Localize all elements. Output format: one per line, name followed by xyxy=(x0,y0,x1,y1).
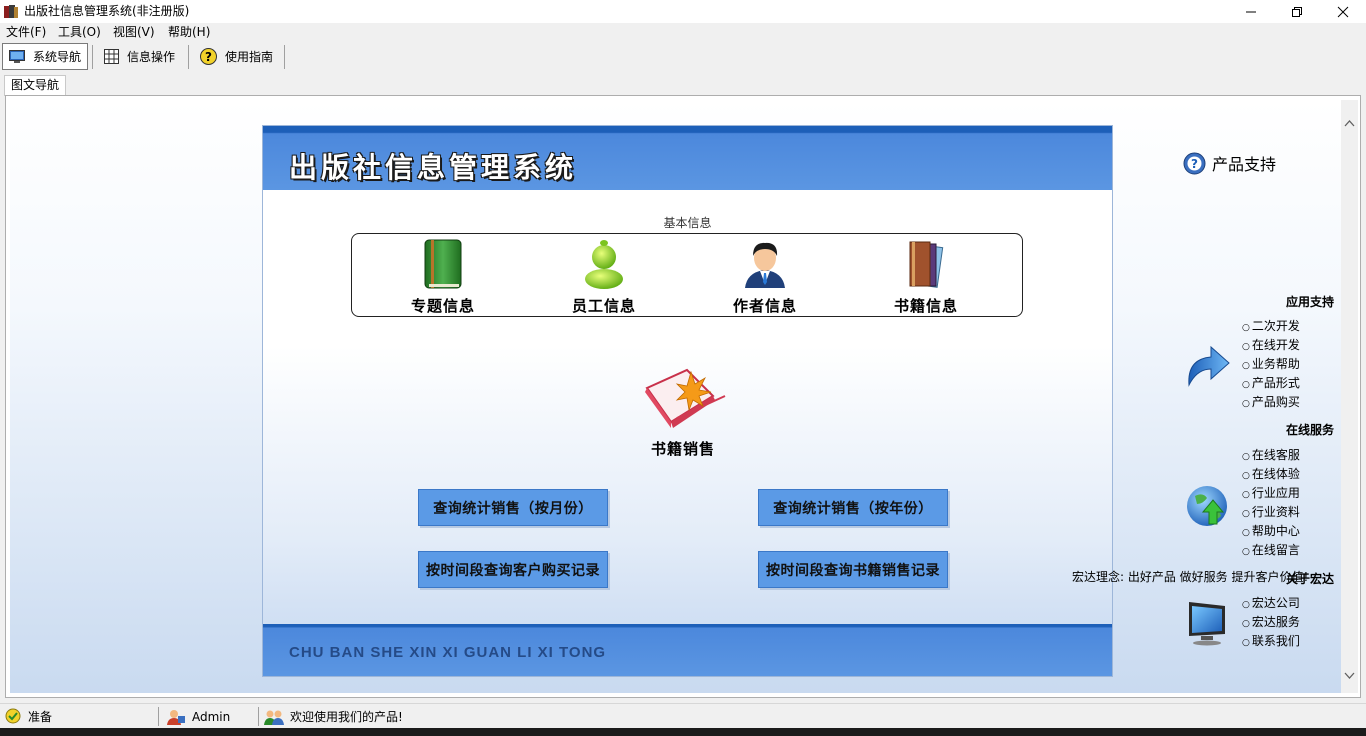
status-divider xyxy=(158,707,159,726)
help-icon: ? xyxy=(200,48,217,65)
users-group-icon xyxy=(264,710,284,725)
menu-file[interactable]: 文件(F) xyxy=(6,25,46,40)
menu-bar: 文件(F) 工具(O) 视图(V) 帮助(H) xyxy=(0,23,1366,42)
side-link[interactable]: 业务帮助 xyxy=(1242,357,1300,374)
query-sales-by-month-button[interactable]: 查询统计销售（按月份） xyxy=(418,489,608,526)
book-sales-icon[interactable] xyxy=(641,362,729,434)
tab-graphic-nav[interactable]: 图文导航 xyxy=(4,75,66,96)
side-link[interactable]: 宏达公司 xyxy=(1242,596,1300,613)
topic-info-label: 专题信息 xyxy=(410,297,475,315)
minimize-button[interactable] xyxy=(1228,0,1274,23)
toolbar: 系统导航 信息操作 ? 使用指南 xyxy=(0,42,1366,71)
side-link[interactable]: 联系我们 xyxy=(1242,634,1300,651)
menu-tools[interactable]: 工具(O) xyxy=(58,25,101,40)
status-user-text: Admin xyxy=(192,709,231,724)
book-info-item[interactable]: 书籍信息 xyxy=(866,238,986,316)
close-icon xyxy=(1337,6,1349,17)
menu-help[interactable]: 帮助(H) xyxy=(168,25,210,40)
user-guide-label: 使用指南 xyxy=(225,50,274,64)
scroll-up-icon[interactable] xyxy=(1344,118,1355,129)
basic-info-box: 专题信息 员工信息 作者信息 书籍信息 xyxy=(351,233,1023,317)
window-title: 出版社信息管理系统(非注册版) xyxy=(24,4,190,18)
toolbar-divider xyxy=(188,45,189,69)
restore-icon xyxy=(1292,6,1302,17)
green-book-icon xyxy=(424,239,462,289)
system-nav-label: 系统导航 xyxy=(33,50,82,64)
status-user: Admin xyxy=(166,706,230,727)
side-link[interactable]: 在线开发 xyxy=(1242,338,1300,355)
status-state-text: 准备 xyxy=(28,710,53,724)
product-support-heading: ? 产品支持 xyxy=(1183,151,1276,175)
info-ops-label: 信息操作 xyxy=(127,50,176,64)
user-guide-button[interactable]: ? 使用指南 xyxy=(194,43,282,70)
panel-title: 出版社信息管理系统 xyxy=(289,151,578,184)
side-link[interactable]: 在线客服 xyxy=(1242,448,1300,465)
app-icon xyxy=(4,5,18,18)
panel-footer-text: CHU BAN SHE XIN XI GUAN LI XI TONG xyxy=(289,644,607,661)
svg-text:?: ? xyxy=(205,50,212,64)
side-link[interactable]: 帮助中心 xyxy=(1242,524,1300,541)
help-circle-icon: ? xyxy=(1183,152,1206,174)
app-support-title: 应用支持 xyxy=(1285,295,1334,309)
panel-footer: CHU BAN SHE XIN XI GUAN LI XI TONG xyxy=(263,624,1112,676)
book-sales-records-button[interactable]: 按时间段查询书籍销售记录 xyxy=(758,551,948,588)
title-bar: 出版社信息管理系统(非注册版) xyxy=(0,0,1366,23)
product-support-title: 产品支持 xyxy=(1212,155,1277,174)
side-link[interactable]: 行业应用 xyxy=(1242,486,1300,503)
restore-button[interactable] xyxy=(1274,0,1320,23)
online-service-title: 在线服务 xyxy=(1285,423,1334,437)
side-link[interactable]: 二次开发 xyxy=(1242,319,1300,336)
book-info-label: 书籍信息 xyxy=(893,297,958,315)
status-bar: 准备 Admin 欢迎使用我们的产品! xyxy=(0,703,1366,728)
side-link[interactable]: 宏达服务 xyxy=(1242,615,1300,632)
side-link[interactable]: 行业资料 xyxy=(1242,505,1300,522)
content-frame: 出版社信息管理系统 基本信息 专题信息 员工信息 作者信息 书籍信息 书籍销售 … xyxy=(5,95,1361,698)
staff-info-label: 员工信息 xyxy=(571,297,636,315)
info-ops-button[interactable]: 信息操作 xyxy=(98,43,186,70)
author-info-label: 作者信息 xyxy=(732,297,797,315)
side-link[interactable]: 产品形式 xyxy=(1242,376,1300,393)
vertical-scrollbar[interactable] xyxy=(1341,100,1358,693)
customer-purchase-records-button[interactable]: 按时间段查询客户购买记录 xyxy=(418,551,608,588)
nav-canvas: 出版社信息管理系统 基本信息 专题信息 员工信息 作者信息 书籍信息 书籍销售 … xyxy=(10,100,1341,693)
toolbar-divider xyxy=(284,45,285,69)
side-link[interactable]: 在线留言 xyxy=(1242,543,1300,560)
toolbar-divider xyxy=(92,45,93,69)
author-info-item[interactable]: 作者信息 xyxy=(705,238,825,316)
grid-icon xyxy=(104,49,119,64)
query-sales-by-year-button[interactable]: 查询统计销售（按年份） xyxy=(758,489,948,526)
topic-info-item[interactable]: 专题信息 xyxy=(383,238,503,316)
status-message-text: 欢迎使用我们的产品! xyxy=(290,710,403,724)
main-panel: 出版社信息管理系统 基本信息 专题信息 员工信息 作者信息 书籍信息 书籍销售 … xyxy=(262,125,1113,677)
status-state: 准备 xyxy=(4,706,52,727)
globe-refresh-icon xyxy=(1187,486,1227,526)
monitor-icon xyxy=(1189,602,1225,646)
monitor-icon xyxy=(9,49,25,63)
panel-header: 出版社信息管理系统 xyxy=(263,126,1112,190)
ready-icon xyxy=(5,708,21,723)
staff-person-icon xyxy=(585,240,623,289)
minimize-icon xyxy=(1246,11,1256,12)
company-slogan: 宏达理念: 出好产品 做好服务 提升客户价值! xyxy=(1072,570,1309,584)
scroll-down-icon[interactable] xyxy=(1344,670,1355,681)
status-divider xyxy=(258,707,259,726)
menu-view[interactable]: 视图(V) xyxy=(113,25,155,40)
status-message: 欢迎使用我们的产品! xyxy=(264,706,403,727)
user-icon xyxy=(167,709,185,725)
arrow-forward-icon xyxy=(1188,345,1230,387)
basic-info-heading: 基本信息 xyxy=(663,216,712,230)
book-stack-icon xyxy=(909,241,944,288)
staff-info-item[interactable]: 员工信息 xyxy=(544,238,664,316)
book-sales-label: 书籍销售 xyxy=(650,440,715,458)
side-link[interactable]: 在线体验 xyxy=(1242,467,1300,484)
svg-text:?: ? xyxy=(1191,157,1198,171)
taskbar-edge xyxy=(0,728,1366,736)
system-nav-button[interactable]: 系统导航 xyxy=(2,43,88,70)
businessman-icon xyxy=(745,242,785,288)
close-button[interactable] xyxy=(1320,0,1366,23)
side-link[interactable]: 产品购买 xyxy=(1242,395,1300,412)
